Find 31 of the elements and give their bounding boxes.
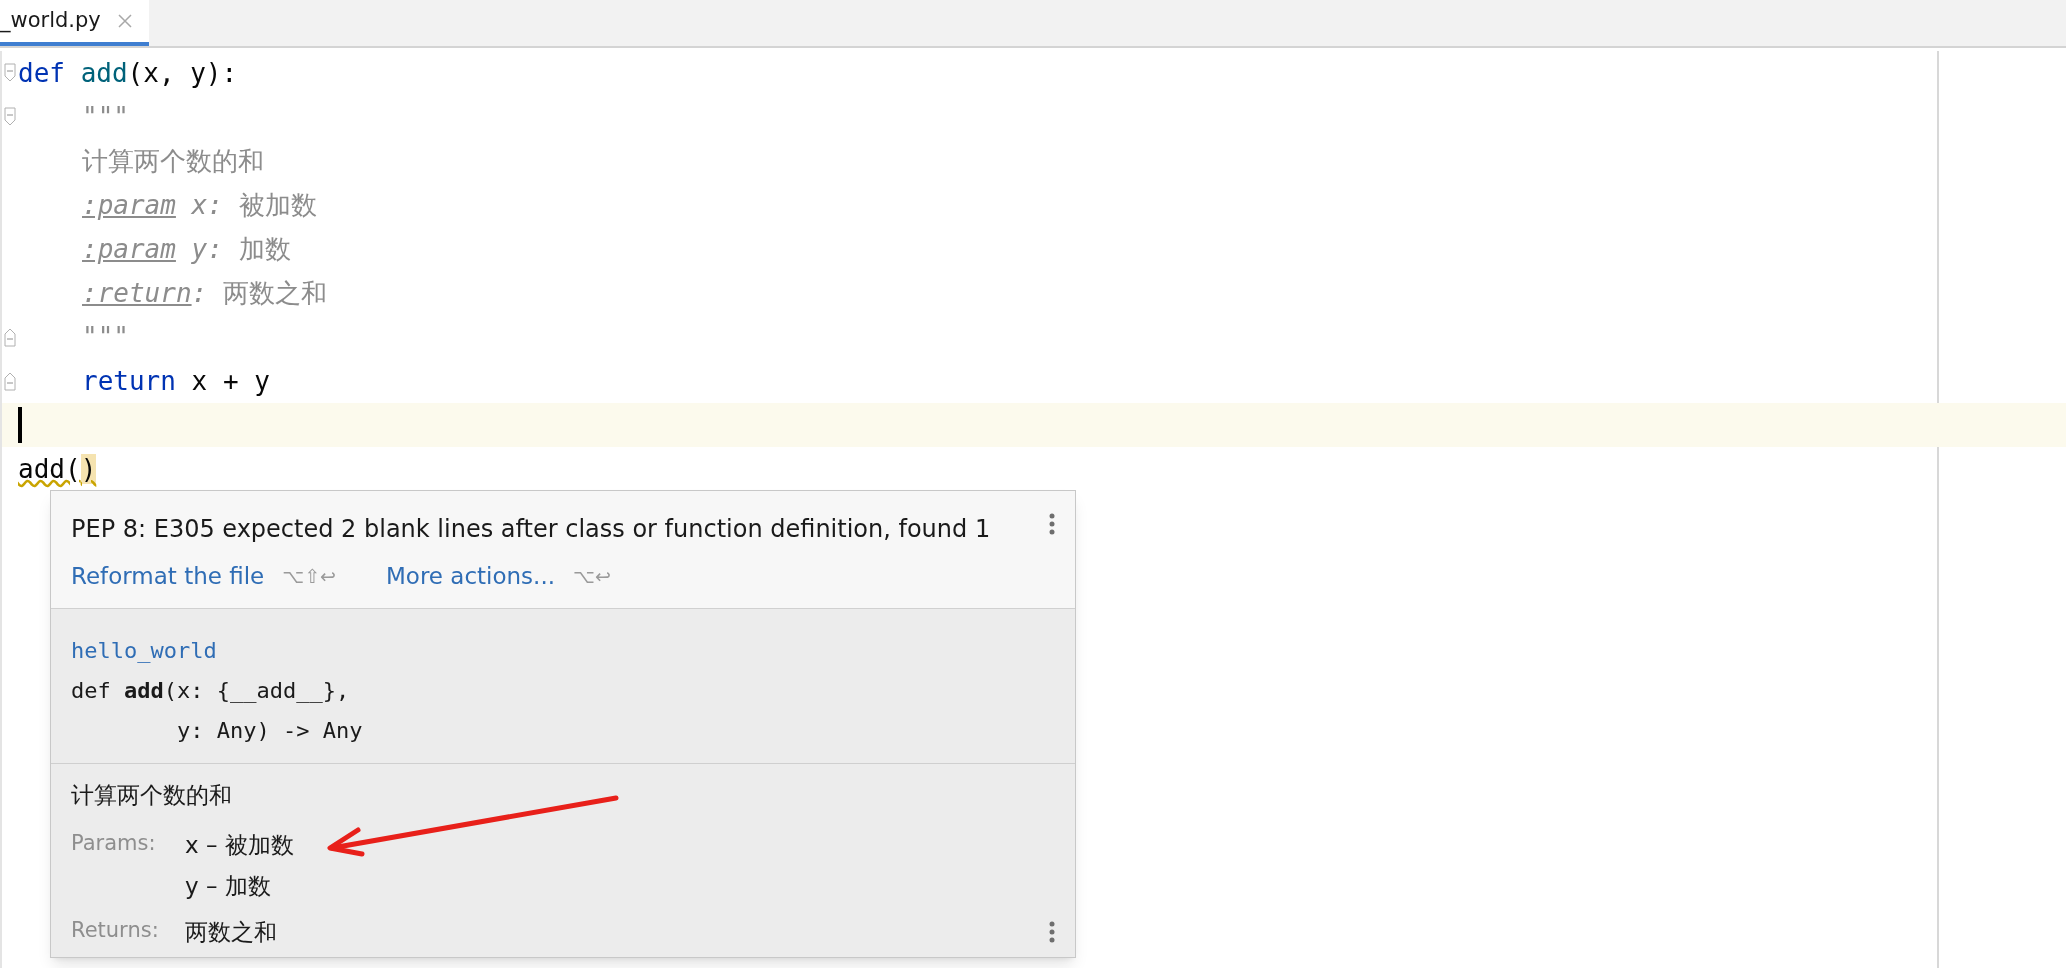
fold-icon[interactable]: [4, 63, 16, 83]
returns-description: 两数之和: [185, 918, 277, 947]
code-line: 计算两个数的和: [82, 144, 264, 178]
close-icon[interactable]: [116, 13, 133, 29]
param-description: x – 被加数: [185, 831, 294, 860]
problem-message: PEP 8: E305 expected 2 blank lines after class or function definition, found 1: [71, 514, 991, 545]
code-line: :param y: 加数: [82, 232, 291, 266]
code-line: """: [82, 100, 129, 134]
shortcut-hint: ⌥⇧↩: [282, 564, 336, 589]
signature-line: def add(x: {__add__},: [71, 677, 350, 703]
doc-description: 计算两个数的和: [71, 780, 232, 810]
code-line: def add(x, y):: [18, 56, 238, 90]
code-line: :return: 两数之和: [82, 276, 327, 310]
action-link[interactable]: More actions...: [385, 559, 555, 594]
file-tab[interactable]: _world.py: [0, 0, 149, 46]
more-options-icon[interactable]: [1049, 921, 1055, 943]
shortcut-hint: ⌥↩: [573, 564, 611, 589]
code-line: """: [82, 320, 129, 354]
signature-line: y: Any) -> Any: [175, 717, 363, 743]
module-link[interactable]: hello_world: [71, 637, 217, 663]
action-link[interactable]: Reformat the file: [71, 559, 265, 594]
code-line: return x + y: [82, 364, 270, 398]
fold-icon[interactable]: [4, 107, 16, 127]
params-label: Params:: [71, 830, 157, 857]
fold-icon[interactable]: [4, 371, 16, 391]
more-options-icon[interactable]: [1049, 513, 1055, 535]
returns-label: Returns:: [71, 917, 160, 944]
code-line: add(): [18, 452, 97, 486]
code-line: :param x: 被加数: [82, 188, 317, 222]
param-description: y – 加数: [185, 871, 272, 901]
fold-icon[interactable]: [4, 327, 16, 347]
